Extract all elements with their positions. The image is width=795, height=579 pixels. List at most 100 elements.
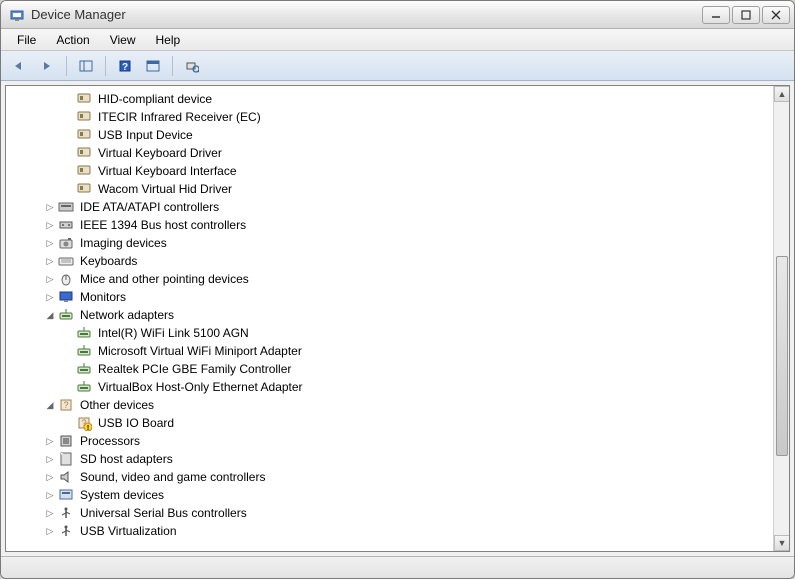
menu-action[interactable]: Action <box>46 31 99 49</box>
back-button[interactable] <box>7 55 31 77</box>
menu-view[interactable]: View <box>100 31 146 49</box>
device-category[interactable]: ▷Monitors <box>26 288 773 306</box>
network-icon <box>76 361 92 377</box>
device-leaf[interactable]: Virtual Keyboard Driver <box>26 144 773 162</box>
minimize-button[interactable] <box>702 6 730 24</box>
device-category[interactable]: ▷Sound, video and game controllers <box>26 468 773 486</box>
toggle-spacer <box>62 345 74 357</box>
device-category[interactable]: ▷ Universal Serial Bus controllers <box>26 504 773 522</box>
scroll-thumb[interactable] <box>776 256 788 456</box>
device-manager-window: Device Manager File Action View Help ? H… <box>0 0 795 579</box>
device-leaf[interactable]: HID-compliant device <box>26 90 773 108</box>
sound-icon <box>58 469 74 485</box>
titlebar: Device Manager <box>1 1 794 29</box>
hid-icon <box>76 127 92 143</box>
expand-toggle[interactable]: ▷ <box>44 201 56 213</box>
expand-toggle[interactable]: ▷ <box>44 237 56 249</box>
device-leaf[interactable]: Microsoft Virtual WiFi Miniport Adapter <box>26 342 773 360</box>
toggle-spacer <box>62 183 74 195</box>
scroll-up-arrow[interactable]: ▲ <box>774 86 790 102</box>
toggle-spacer <box>62 111 74 123</box>
window-controls <box>702 6 790 24</box>
device-leaf-warning[interactable]: ?!USB IO Board <box>26 414 773 432</box>
hid-icon <box>76 91 92 107</box>
expand-toggle[interactable]: ▷ <box>44 435 56 447</box>
statusbar <box>1 556 794 578</box>
close-button[interactable] <box>762 6 790 24</box>
expand-toggle[interactable]: ▷ <box>44 525 56 537</box>
menu-file[interactable]: File <box>7 31 46 49</box>
hid-icon <box>76 145 92 161</box>
expand-toggle[interactable]: ▷ <box>44 291 56 303</box>
tree-item-label: ITECIR Infrared Receiver (EC) <box>96 110 263 124</box>
update-driver-button[interactable] <box>141 55 165 77</box>
device-category[interactable]: ▷System devices <box>26 486 773 504</box>
expand-toggle[interactable]: ▷ <box>44 273 56 285</box>
device-category-other[interactable]: ◢?Other devices <box>26 396 773 414</box>
toggle-spacer <box>62 363 74 375</box>
tree-item-label: IDE ATA/ATAPI controllers <box>78 200 221 214</box>
system-icon <box>58 487 74 503</box>
expand-toggle[interactable]: ▷ <box>44 219 56 231</box>
mouse-icon <box>58 271 74 287</box>
tree-item-label: Microsoft Virtual WiFi Miniport Adapter <box>96 344 304 358</box>
tree-item-label: USB Input Device <box>96 128 195 142</box>
device-leaf[interactable]: Wacom Virtual Hid Driver <box>26 180 773 198</box>
show-hide-tree-button[interactable] <box>74 55 98 77</box>
svg-text:?: ? <box>122 62 128 73</box>
collapse-toggle[interactable]: ◢ <box>44 399 56 411</box>
forward-button[interactable] <box>35 55 59 77</box>
vertical-scrollbar[interactable]: ▲ ▼ <box>773 86 789 551</box>
app-icon <box>9 7 25 23</box>
device-leaf[interactable]: Intel(R) WiFi Link 5100 AGN <box>26 324 773 342</box>
device-category[interactable]: ▷Processors <box>26 432 773 450</box>
tree-item-label: Wacom Virtual Hid Driver <box>96 182 234 196</box>
tree-item-label: SD host adapters <box>78 452 175 466</box>
collapse-toggle[interactable]: ◢ <box>44 309 56 321</box>
tree-item-label: Keyboards <box>78 254 139 268</box>
expand-toggle[interactable]: ▷ <box>44 471 56 483</box>
expand-toggle[interactable]: ▷ <box>44 453 56 465</box>
toggle-spacer <box>62 417 74 429</box>
device-leaf[interactable]: Realtek PCIe GBE Family Controller <box>26 360 773 378</box>
toggle-spacer <box>62 327 74 339</box>
tree-item-label: Universal Serial Bus controllers <box>78 506 249 520</box>
tree-item-label: HID-compliant device <box>96 92 214 106</box>
other-icon: ? <box>58 397 74 413</box>
device-category[interactable]: ▷ IEEE 1394 Bus host controllers <box>26 216 773 234</box>
hid-icon <box>76 109 92 125</box>
toolbar-separator <box>172 56 173 76</box>
device-category[interactable]: ▷ IDE ATA/ATAPI controllers <box>26 198 773 216</box>
device-category[interactable]: ▷Imaging devices <box>26 234 773 252</box>
device-category[interactable]: ▷ SD host adapters <box>26 450 773 468</box>
device-leaf[interactable]: Virtual Keyboard Interface <box>26 162 773 180</box>
device-leaf[interactable]: ITECIR Infrared Receiver (EC) <box>26 108 773 126</box>
usb-icon <box>58 523 74 539</box>
scan-hardware-button[interactable] <box>180 55 204 77</box>
monitor-icon <box>58 289 74 305</box>
toggle-spacer <box>62 165 74 177</box>
toolbar-separator <box>105 56 106 76</box>
device-category[interactable]: ▷Mice and other pointing devices <box>26 270 773 288</box>
scroll-down-arrow[interactable]: ▼ <box>774 535 790 551</box>
expand-toggle[interactable]: ▷ <box>44 489 56 501</box>
hid-icon <box>76 163 92 179</box>
properties-button[interactable]: ? <box>113 55 137 77</box>
cpu-icon <box>58 433 74 449</box>
sd-icon <box>58 451 74 467</box>
toolbar: ? <box>1 51 794 81</box>
toggle-spacer <box>62 129 74 141</box>
device-leaf[interactable]: USB Input Device <box>26 126 773 144</box>
device-category[interactable]: ▷USB Virtualization <box>26 522 773 540</box>
device-category[interactable]: ▷ Keyboards <box>26 252 773 270</box>
expand-toggle[interactable]: ▷ <box>44 255 56 267</box>
device-category-network[interactable]: ◢Network adapters <box>26 306 773 324</box>
device-leaf[interactable]: VirtualBox Host-Only Ethernet Adapter <box>26 378 773 396</box>
menu-help[interactable]: Help <box>146 31 191 49</box>
maximize-button[interactable] <box>732 6 760 24</box>
expand-toggle[interactable]: ▷ <box>44 507 56 519</box>
network-icon <box>58 307 74 323</box>
device-tree[interactable]: HID-compliant device ITECIR Infrared Rece… <box>6 86 773 551</box>
tree-item-label: IEEE 1394 Bus host controllers <box>78 218 248 232</box>
ide-icon <box>58 199 74 215</box>
